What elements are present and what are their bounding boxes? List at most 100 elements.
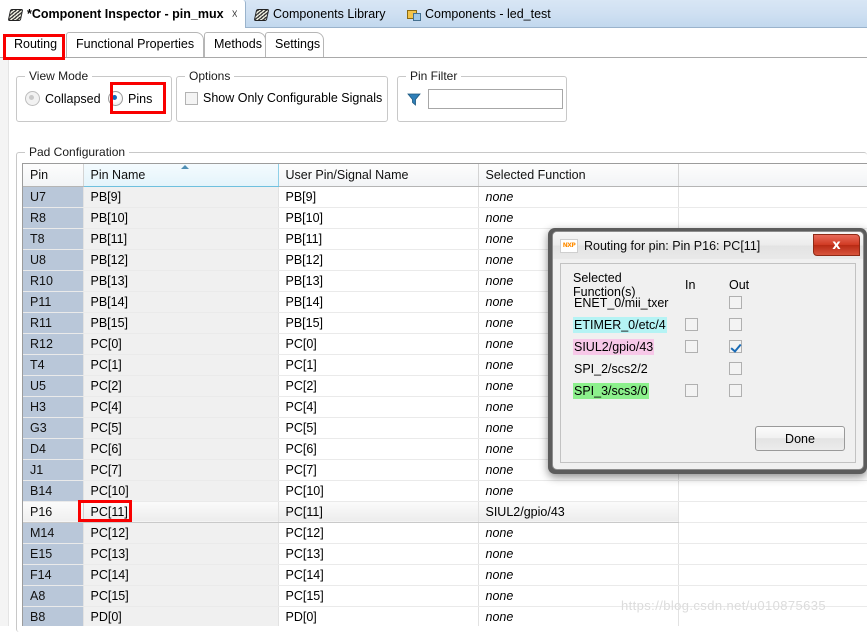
cell-pin-name: PD[0] <box>83 606 279 626</box>
function-row[interactable]: SIUL2/gpio/43 <box>573 336 773 357</box>
pin-filter-input[interactable] <box>428 89 563 109</box>
cell-user-pin-signal-name: PC[15] <box>278 585 479 607</box>
cell-user-pin-signal-name: PB[12] <box>278 249 479 271</box>
table-row[interactable]: M14 PC[12] PC[12] none <box>23 522 867 544</box>
cell-selected-function: none <box>478 522 679 544</box>
cell-pin-name: PC[4] <box>83 396 279 418</box>
column-header-pin-name[interactable]: Pin Name <box>82 164 279 187</box>
cell-pin: R12 <box>23 333 84 355</box>
tab-functional-properties[interactable]: Functional Properties <box>66 32 204 57</box>
in-checkbox-slot[interactable] <box>685 318 729 331</box>
table-row[interactable]: R8 PB[10] PB[10] none <box>23 207 867 229</box>
radio-collapsed[interactable]: Collapsed <box>25 91 101 106</box>
function-row[interactable]: SPI_3/scs3/0 <box>573 380 773 401</box>
in-checkbox-slot[interactable] <box>685 340 729 353</box>
cell-pin-name: PC[6] <box>83 438 279 460</box>
column-header-extra[interactable] <box>678 164 867 187</box>
editor-tab-label: Components - led_test <box>425 7 551 21</box>
cell-user-pin-signal-name: PC[1] <box>278 354 479 376</box>
in-checkbox[interactable] <box>685 318 698 331</box>
done-label: Done <box>785 431 815 446</box>
table-row[interactable]: E15 PC[13] PC[13] none <box>23 543 867 565</box>
editor-tab-component-inspector[interactable]: *Component Inspector - pin_mux ☓ <box>0 0 246 28</box>
cell-user-pin-signal-name: PD[0] <box>278 606 479 626</box>
out-checkbox[interactable] <box>729 340 742 353</box>
cell-pin-name: PC[1] <box>83 354 279 376</box>
checkbox-show-only-configurable-signals[interactable]: Show Only Configurable Signals <box>185 91 382 105</box>
cell-selected-function: none <box>478 543 679 565</box>
watermark: https://blog.csdn.net/u010875635 <box>621 598 827 613</box>
dialog-close-button[interactable]: x <box>813 234 860 256</box>
editor-tab-components-library[interactable]: Components Library <box>246 0 394 28</box>
cell-pin-name: PC[12] <box>83 522 279 544</box>
column-label: Pin Name <box>90 167 146 182</box>
wedge-icon <box>254 7 268 21</box>
table-row[interactable]: P16 PC[11] PC[11] SIUL2/gpio/43 <box>23 500 867 523</box>
function-name: SPI_2/scs2/2 <box>574 361 648 376</box>
cell-pin-name: PB[15] <box>83 312 279 334</box>
cell-pin: M14 <box>23 522 84 544</box>
cell-pin: A8 <box>23 585 84 607</box>
dialog-titlebar[interactable]: NXP Routing for pin: Pin P16: PC[11] x <box>553 232 863 259</box>
routing-dialog[interactable]: NXP Routing for pin: Pin P16: PC[11] x S… <box>552 231 864 470</box>
cell-pin: J1 <box>23 459 84 481</box>
tab-methods[interactable]: Methods <box>204 32 266 57</box>
cell-pin: U7 <box>23 186 84 208</box>
cell-user-pin-signal-name: PC[13] <box>278 543 479 565</box>
column-header-user-pin-signal-name[interactable]: User Pin/Signal Name <box>278 164 479 187</box>
cell-pin: B14 <box>23 480 84 502</box>
editor-tab-components-led-test[interactable]: Components - led_test <box>398 0 559 28</box>
header-in: In <box>685 278 696 292</box>
tab-label: Functional Properties <box>76 37 195 51</box>
out-checkbox-slot[interactable] <box>729 340 773 353</box>
function-row[interactable]: ENET_0/mii_txer <box>573 292 773 313</box>
cell-selected-function: SIUL2/gpio/43 <box>478 500 679 523</box>
cell-pin-name: PC[2] <box>83 375 279 397</box>
cell-pin-name: PB[13] <box>83 270 279 292</box>
tab-settings[interactable]: Settings <box>265 32 324 57</box>
cell-pin: F14 <box>23 564 84 586</box>
out-checkbox-slot[interactable] <box>729 318 773 331</box>
out-checkbox-slot[interactable] <box>729 384 773 397</box>
sort-ascending-icon <box>180 165 189 169</box>
function-row[interactable]: ETIMER_0/etc/4 <box>573 314 773 335</box>
filter-icon <box>406 91 422 107</box>
radio-pins-label: Pins <box>128 91 153 106</box>
cell-user-pin-signal-name: PC[2] <box>278 375 479 397</box>
cell-user-pin-signal-name: PC[14] <box>278 564 479 586</box>
close-icon[interactable]: ☓ <box>232 7 238 21</box>
out-checkbox[interactable] <box>729 384 742 397</box>
cell-pin-name: PC[10] <box>83 480 279 502</box>
cell-extra <box>678 207 867 229</box>
column-header-pin[interactable]: Pin <box>23 164 84 187</box>
cell-pin-name: PC[14] <box>83 564 279 586</box>
table-row[interactable]: B14 PC[10] PC[10] none <box>23 480 867 502</box>
out-checkbox-slot[interactable] <box>729 296 773 309</box>
function-name: SIUL2/gpio/43 <box>573 338 655 355</box>
out-checkbox[interactable] <box>729 296 742 309</box>
function-row[interactable]: SPI_2/scs2/2 <box>573 358 773 379</box>
radio-pins[interactable]: Pins <box>108 91 152 106</box>
column-label: Pin <box>30 167 49 182</box>
cell-pin: U5 <box>23 375 84 397</box>
out-checkbox[interactable] <box>729 362 742 375</box>
in-checkbox[interactable] <box>685 384 698 397</box>
done-button[interactable]: Done <box>755 426 845 451</box>
dialog-title: Routing for pin: Pin P16: PC[11] <box>584 238 761 253</box>
in-checkbox[interactable] <box>685 340 698 353</box>
table-row[interactable]: F14 PC[14] PC[14] none <box>23 564 867 586</box>
cell-pin: R11 <box>23 312 84 334</box>
dialog-body: Selected Function(s) In Out ENET_0/mii_t… <box>560 263 856 463</box>
cell-pin-name: PC[11] <box>83 500 279 523</box>
column-label: Selected Function <box>485 167 586 182</box>
tab-label: Settings <box>275 37 321 51</box>
editor-tab-label: Components Library <box>273 7 386 21</box>
out-checkbox-slot[interactable] <box>729 362 773 375</box>
table-row[interactable]: U7 PB[9] PB[9] none <box>23 186 867 208</box>
cell-selected-function: none <box>478 480 679 502</box>
in-checkbox-slot[interactable] <box>685 384 729 397</box>
column-header-selected-function[interactable]: Selected Function <box>478 164 679 187</box>
out-checkbox[interactable] <box>729 318 742 331</box>
tab-routing[interactable]: Routing <box>4 32 66 57</box>
cell-user-pin-signal-name: PC[11] <box>278 500 479 523</box>
